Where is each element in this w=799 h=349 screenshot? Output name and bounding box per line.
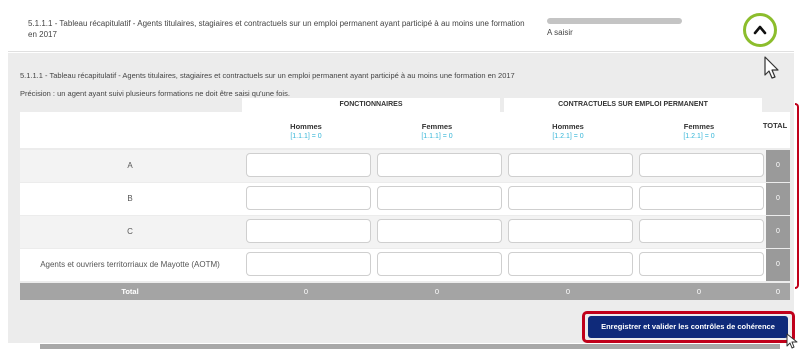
grand-total: 0 bbox=[775, 287, 781, 296]
value-input[interactable] bbox=[246, 252, 371, 276]
value-input[interactable] bbox=[246, 219, 371, 243]
row-label: C bbox=[127, 227, 133, 236]
value-input[interactable] bbox=[508, 219, 633, 243]
total-column-header: TOTAL bbox=[762, 121, 788, 130]
mouse-cursor-icon bbox=[764, 56, 779, 79]
value-input[interactable] bbox=[377, 252, 502, 276]
section-header[interactable]: 5.1.1.1 - Tableau récapitulatif - Agents… bbox=[8, 0, 794, 52]
section-title: 5.1.1.1 - Tableau récapitulatif - Agents… bbox=[20, 71, 515, 80]
row-total: 0 bbox=[766, 183, 790, 215]
table-row: Agents et ouvriers territorriaux de Mayo… bbox=[20, 249, 790, 281]
table-row: A 0 bbox=[20, 150, 790, 182]
row-label: B bbox=[127, 194, 133, 203]
value-input[interactable] bbox=[639, 252, 764, 276]
row-label: A bbox=[127, 161, 133, 170]
value-input[interactable] bbox=[377, 219, 502, 243]
column-total: 0 bbox=[303, 287, 309, 296]
value-input[interactable] bbox=[246, 186, 371, 210]
column-headers: Hommes [1.1.1] = 0 Femmes [1.1.1] = 0 Ho… bbox=[20, 112, 790, 148]
section-content: 5.1.1.1 - Tableau récapitulatif - Agents… bbox=[8, 53, 794, 343]
value-input[interactable] bbox=[639, 186, 764, 210]
status-text: A saisir bbox=[547, 28, 573, 37]
value-input[interactable] bbox=[246, 153, 371, 177]
column-header: Femmes [1.2.1] = 0 bbox=[683, 122, 715, 140]
section-header-title: 5.1.1.1 - Tableau récapitulatif - Agents… bbox=[28, 19, 525, 39]
group-header-fonctionnaires: FONCTIONNAIRES bbox=[242, 98, 500, 112]
table-row: C 0 bbox=[20, 216, 790, 248]
value-input[interactable] bbox=[508, 186, 633, 210]
column-header: Hommes [1.1.1] = 0 bbox=[290, 122, 322, 140]
row-total: 0 bbox=[766, 216, 790, 248]
column-header: Femmes [1.1.1] = 0 bbox=[421, 122, 453, 140]
table-row: B 0 bbox=[20, 183, 790, 215]
value-input[interactable] bbox=[377, 153, 502, 177]
column-header: Hommes [1.2.1] = 0 bbox=[552, 122, 584, 140]
value-input[interactable] bbox=[377, 186, 502, 210]
row-label: Agents et ouvriers territorriaux de Mayo… bbox=[40, 260, 220, 269]
collapse-button[interactable] bbox=[743, 13, 777, 47]
totals-row: Total 0 0 0 0 0 bbox=[20, 283, 790, 300]
mouse-cursor-icon bbox=[786, 333, 798, 349]
value-input[interactable] bbox=[508, 153, 633, 177]
save-validate-button[interactable]: Enregistrer et valider les contrôles de … bbox=[588, 316, 788, 338]
value-input[interactable] bbox=[508, 252, 633, 276]
row-total: 0 bbox=[766, 249, 790, 281]
total-column-highlight bbox=[795, 103, 799, 289]
group-header-contractuels: CONTRACTUELS SUR EMPLOI PERMANENT bbox=[504, 98, 762, 112]
column-total: 0 bbox=[565, 287, 571, 296]
precision-note: Précision : un agent ayant suivi plusieu… bbox=[20, 89, 290, 98]
value-input[interactable] bbox=[639, 219, 764, 243]
row-total: 0 bbox=[766, 150, 790, 182]
progress-bar bbox=[547, 18, 682, 24]
horizontal-scrollbar[interactable] bbox=[40, 344, 780, 349]
totals-label: Total bbox=[121, 287, 139, 296]
chevron-up-icon bbox=[753, 25, 767, 35]
column-total: 0 bbox=[434, 287, 440, 296]
value-input[interactable] bbox=[639, 153, 764, 177]
column-total: 0 bbox=[696, 287, 702, 296]
